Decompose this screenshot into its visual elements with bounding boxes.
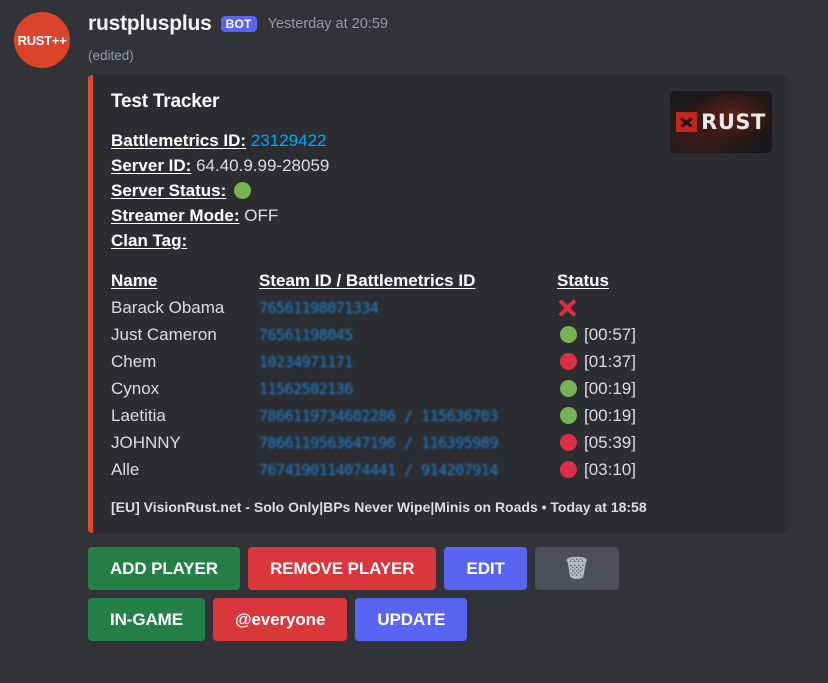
player-name: Alle: [111, 459, 140, 479]
field-server-id: Server ID: 64.40.9.99-28059: [111, 153, 772, 178]
message-header: rustplusplus BOT Yesterday at 20:59: [88, 10, 816, 38]
button-row-2: IN-GAME @everyone UPDATE: [88, 598, 816, 641]
table-row: Alle 7674190114074441 / 914207914 [03:10…: [111, 456, 727, 483]
column-header-name: Name: [111, 271, 158, 290]
status-online-icon: [560, 380, 577, 397]
trash-icon: 🗑: [563, 556, 591, 580]
delete-button[interactable]: 🗑: [534, 547, 619, 590]
player-status: [03:10]: [557, 460, 727, 480]
button-row-1: ADD PLAYER REMOVE PLAYER EDIT 🗑: [88, 547, 816, 590]
table-row: Barack Obama 76561198071334: [111, 294, 727, 321]
table-row: Laetitia 7866119734602286 / 115636703 [0…: [111, 402, 727, 429]
message-body: rustplusplus BOT Yesterday at 20:59 (edi…: [88, 10, 828, 641]
field-label: Server Status:: [111, 181, 227, 200]
player-timer: [00:19]: [584, 405, 636, 425]
player-timer: [05:39]: [584, 432, 636, 452]
embed-thumbnail[interactable]: RUST: [670, 91, 772, 153]
edited-indicator: (edited): [88, 48, 134, 63]
player-timer: [00:19]: [584, 378, 636, 398]
field-streamer-mode: Streamer Mode: OFF: [111, 203, 772, 228]
player-id-censored: 7674190114074441 / 914207914: [259, 460, 498, 479]
rust-wordmark: RUST: [701, 110, 766, 134]
player-name: Just Cameron: [111, 324, 217, 344]
action-buttons: ADD PLAYER REMOVE PLAYER EDIT 🗑 IN-GAME …: [88, 547, 816, 641]
rust-logo: RUST: [676, 110, 766, 134]
embed-card: RUST Test Tracker Battlemetrics ID: 2312…: [88, 75, 788, 533]
embed-footer: [EU] VisionRust.net - Solo Only|BPs Neve…: [111, 499, 647, 515]
everyone-button[interactable]: @everyone: [212, 598, 348, 641]
field-label: Server ID:: [111, 156, 192, 175]
player-id-censored: 76561198045: [259, 325, 353, 344]
field-clan-tag: Clan Tag:: [111, 228, 772, 253]
server-status-online-icon: [234, 182, 252, 199]
player-timer: [03:10]: [584, 459, 636, 479]
message-author[interactable]: rustplusplus: [88, 12, 212, 36]
player-name: Chem: [111, 351, 157, 371]
status-online-icon: [560, 326, 577, 343]
table-row: Just Cameron 76561198045 [00:57]: [111, 321, 727, 348]
avatar-label: RUST++: [17, 32, 67, 48]
column-header-id: Steam ID / Battlemetrics ID: [259, 271, 476, 290]
field-label: Streamer Mode:: [111, 206, 240, 225]
update-button[interactable]: UPDATE: [355, 598, 468, 641]
column-header-status: Status: [557, 271, 609, 290]
player-name: Laetitia: [111, 405, 166, 425]
player-status: [00:19]: [557, 406, 727, 426]
player-id-censored: 10234971171: [259, 352, 353, 371]
player-status: [01:37]: [557, 352, 727, 372]
edit-button[interactable]: EDIT: [444, 547, 527, 590]
player-status: [05:39]: [557, 433, 727, 453]
offline-x-icon: [557, 298, 577, 318]
table-header-row: Name Steam ID / Battlemetrics ID Status: [111, 271, 727, 294]
status-offline-icon: [560, 353, 577, 370]
field-value: OFF: [244, 206, 279, 225]
player-timer: [00:57]: [584, 324, 636, 344]
player-timer: [01:37]: [584, 351, 636, 371]
player-name: Barack Obama: [111, 297, 225, 317]
field-value[interactable]: 23129422: [251, 131, 327, 150]
status-offline-icon: [560, 461, 577, 478]
in-game-button[interactable]: IN-GAME: [88, 598, 205, 641]
chat-message: RUST++ rustplusplus BOT Yesterday at 20:…: [0, 0, 828, 641]
avatar[interactable]: RUST++: [14, 12, 70, 68]
table-row: Cynox 11562502136 [00:19]: [111, 375, 727, 402]
player-id-censored: 7866119734602286 / 115636703: [259, 406, 498, 425]
player-name: JOHNNY: [111, 432, 181, 452]
field-value: 64.40.9.99-28059: [196, 156, 330, 175]
player-status: [557, 298, 727, 318]
player-id-censored: 76561198071334: [259, 298, 379, 317]
table-row: Chem 10234971171 [01:37]: [111, 348, 727, 375]
field-server-status: Server Status:: [111, 178, 772, 203]
table-row: JOHNNY 7866119563647196 / 116395989 [05:…: [111, 429, 727, 456]
player-id-censored: 7866119563647196 / 116395989: [259, 433, 498, 452]
player-name: Cynox: [111, 378, 160, 398]
remove-player-button[interactable]: REMOVE PLAYER: [247, 547, 437, 590]
field-label: Battlemetrics ID:: [111, 131, 247, 150]
field-label: Clan Tag:: [111, 231, 188, 250]
status-online-icon: [560, 407, 577, 424]
player-status: [00:19]: [557, 379, 727, 399]
message-timestamp: Yesterday at 20:59: [267, 16, 388, 32]
player-table: Name Steam ID / Battlemetrics ID Status …: [111, 271, 727, 483]
player-status: [00:57]: [557, 325, 727, 345]
rust-mark-icon: [676, 112, 698, 132]
player-id-censored: 11562502136: [259, 379, 353, 398]
status-offline-icon: [560, 434, 577, 451]
add-player-button[interactable]: ADD PLAYER: [88, 547, 240, 590]
bot-badge: BOT: [220, 16, 257, 32]
